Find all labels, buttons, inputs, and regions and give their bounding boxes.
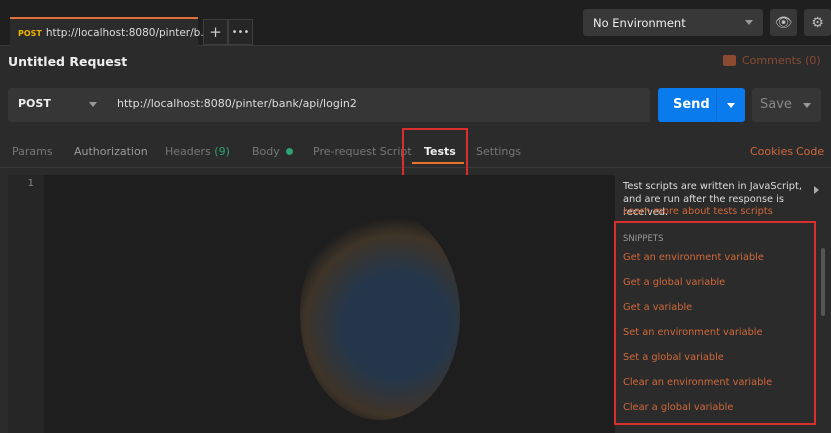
- snippet-item[interactable]: Clear a global variable: [623, 402, 733, 413]
- send-button[interactable]: Send: [658, 88, 745, 122]
- snippet-item[interactable]: Set an environment variable: [623, 327, 763, 338]
- snippet-item[interactable]: Get an environment variable: [623, 252, 764, 263]
- watermark-logo: [300, 210, 460, 420]
- snippet-item[interactable]: Set a global variable: [623, 352, 724, 363]
- line-gutter: 1: [8, 175, 44, 433]
- comments-button[interactable]: Comments (0): [723, 54, 821, 67]
- environment-select[interactable]: No Environment: [583, 9, 763, 36]
- headers-count: (9): [214, 145, 230, 158]
- snippet-item[interactable]: Get a global variable: [623, 277, 725, 288]
- request-tab[interactable]: POST http://localhost:8080/pinter/b...: [10, 17, 210, 47]
- tab-body[interactable]: Body: [252, 145, 294, 158]
- chevron-down-icon: [89, 102, 97, 107]
- more-tabs-button[interactable]: •••: [228, 19, 253, 45]
- save-dropdown-icon[interactable]: [803, 103, 811, 108]
- url-input[interactable]: http://localhost:8080/pinter/bank/api/lo…: [117, 97, 357, 110]
- snippets-scrollbar[interactable]: [821, 248, 825, 316]
- tab-settings[interactable]: Settings: [476, 145, 521, 158]
- tab-url: http://localhost:8080/pinter/b...: [45, 27, 211, 39]
- save-button[interactable]: Save: [752, 88, 821, 122]
- tab-method: POST: [18, 28, 42, 38]
- collapse-panel-icon[interactable]: [814, 186, 819, 194]
- snippets-header: SNIPPETS: [623, 234, 664, 244]
- body-dot-icon: [286, 148, 294, 155]
- code-link[interactable]: Code: [796, 145, 824, 158]
- tab-authorization[interactable]: Authorization: [74, 145, 148, 158]
- save-label: Save: [760, 97, 792, 112]
- environment-label: No Environment: [593, 15, 686, 30]
- gear-icon[interactable]: ⚙: [804, 9, 831, 36]
- learn-more-link[interactable]: Learn more about tests scripts: [623, 206, 773, 217]
- tab-pre-request-script[interactable]: Pre-request Script: [313, 145, 412, 158]
- new-tab-button[interactable]: +: [203, 19, 228, 45]
- chevron-down-icon: [745, 20, 753, 25]
- snippet-item[interactable]: Get a variable: [623, 302, 692, 313]
- snippet-item[interactable]: Clear an environment variable: [623, 377, 772, 388]
- eye-icon[interactable]: 👁: [770, 9, 797, 36]
- tab-params[interactable]: Params: [12, 145, 53, 158]
- request-title: Untitled Request: [8, 54, 128, 69]
- line-number: 1: [27, 178, 34, 189]
- comments-label: Comments (0): [742, 54, 821, 67]
- tab-body-label: Body: [252, 145, 280, 158]
- method-select[interactable]: POST: [18, 97, 51, 110]
- send-label: Send: [673, 97, 710, 112]
- tab-headers[interactable]: Headers (9): [165, 145, 230, 158]
- tab-headers-label: Headers: [165, 145, 211, 158]
- send-dropdown-icon[interactable]: [727, 103, 735, 108]
- cookies-link[interactable]: Cookies: [750, 145, 793, 158]
- comment-icon: [723, 55, 736, 66]
